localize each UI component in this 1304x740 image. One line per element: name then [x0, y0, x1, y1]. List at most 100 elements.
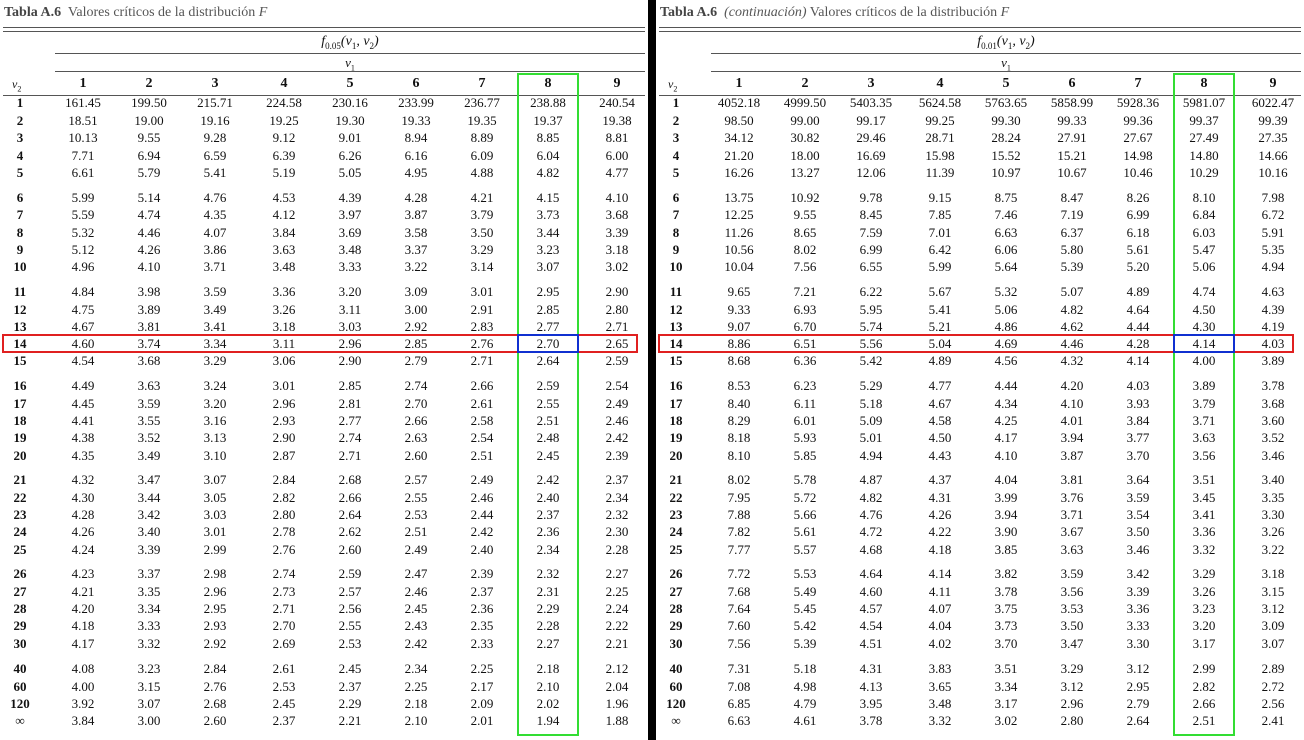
table-cell: 3.79 [470, 207, 494, 222]
table-cell: 10.67 [1057, 165, 1087, 180]
table-cell: 5858.99 [1050, 95, 1094, 110]
table-cell: 4.56 [994, 353, 1018, 368]
table-cell: 3.77 [1126, 430, 1150, 445]
table-cell: 3.97 [338, 207, 362, 222]
row-label: 17 [669, 396, 683, 411]
table-cell: 4.00 [71, 679, 95, 694]
table-cell: 7.71 [71, 148, 95, 163]
table-cell: 2.37 [605, 472, 629, 487]
table-cell: 2.77 [338, 413, 362, 428]
table-cell: 3.81 [1060, 472, 1084, 487]
table-cell: 3.84 [71, 713, 95, 728]
row-label: 8 [16, 225, 24, 240]
table-cell: 3.68 [1261, 396, 1285, 411]
table-cell: 4.61 [793, 713, 817, 728]
table-cell: 5.78 [793, 472, 817, 487]
table-cell: 4.64 [1126, 302, 1150, 317]
table-cell: 4.45 [71, 396, 95, 411]
table-cell: 3.18 [605, 242, 629, 257]
table-cell: 3.22 [404, 259, 428, 274]
table-cell: 3.29 [1060, 661, 1084, 676]
table-cell: 4.18 [71, 618, 95, 633]
table-cell: 3.93 [1126, 396, 1150, 411]
table-cell: 4.34 [994, 396, 1018, 411]
table-cell: 2.04 [605, 679, 629, 694]
table-cell: 4.14 [928, 566, 952, 581]
table-cell: 3.58 [404, 225, 428, 240]
table-cell: 5.01 [859, 430, 883, 445]
table-cell: 10.92 [790, 190, 820, 205]
table-cell: 4.82 [1060, 302, 1084, 317]
table-cell: 4.76 [859, 507, 883, 522]
table-cell: 2.51 [404, 524, 428, 539]
table-cell: 4.96 [71, 259, 95, 274]
table-cell: 14.66 [1258, 148, 1288, 163]
table-cell: 230.16 [332, 95, 368, 110]
table-cell: 4.28 [404, 190, 428, 205]
table-cell: 4.01 [1060, 413, 1084, 428]
table-cell: 4.24 [71, 542, 95, 557]
column-header: 3 [867, 76, 875, 91]
table-cell: 4.02 [928, 636, 952, 651]
table-cell: 5.66 [793, 507, 817, 522]
table-cell: 3.20 [338, 284, 362, 299]
table-cell: 2.93 [272, 413, 296, 428]
table-cell: 2.28 [605, 542, 629, 557]
table-cell: 3.01 [203, 524, 227, 539]
table-cell: 240.54 [599, 95, 635, 110]
table-cell: 4.17 [994, 430, 1018, 445]
table-cell: 4.49 [71, 378, 95, 393]
table-cell: 4.38 [71, 430, 95, 445]
table-cell: 199.50 [131, 95, 167, 110]
table-cell: 2.09 [470, 696, 494, 711]
table-cell: 4.17 [71, 636, 95, 651]
table-cell: 3.78 [859, 713, 883, 728]
table-cell: 2.47 [404, 566, 428, 581]
table-cell: 2.83 [470, 319, 494, 334]
table-cell: 4.20 [1060, 378, 1084, 393]
row-label: 26 [669, 566, 683, 581]
table-cell: 6.39 [272, 148, 296, 163]
table-cell: 2.71 [605, 319, 629, 334]
table-cell: 5.45 [793, 601, 817, 616]
table-cell: 2.41 [1261, 713, 1285, 728]
table-cell: 6.18 [1126, 225, 1150, 240]
table-cell: 8.40 [727, 396, 751, 411]
table-cell: 2.49 [404, 542, 428, 557]
row-label: 9 [16, 242, 24, 257]
table-cell: 3.84 [272, 225, 296, 240]
table-cell: 2.43 [404, 618, 428, 633]
table-cell: 4.67 [928, 396, 952, 411]
table-cell: 5624.58 [918, 95, 962, 110]
table-cell: 3.12 [1060, 679, 1084, 694]
table-cell: 7.59 [859, 225, 883, 240]
table-cell: 4.35 [71, 448, 95, 463]
table-cell: 3.30 [1261, 507, 1285, 522]
table-cell: 3.09 [404, 284, 428, 299]
table-cell: 4.87 [859, 472, 883, 487]
table-cell: 5.18 [859, 396, 883, 411]
table-cell: 3.69 [338, 225, 362, 240]
table-cell: 3.07 [1261, 636, 1285, 651]
table-left: Tabla A.6 Valores críticos de la distrib… [0, 0, 648, 740]
row-label: 17 [13, 396, 27, 411]
table-cell: 5763.65 [984, 95, 1028, 110]
table-cell: 27.91 [1057, 130, 1087, 145]
row-label: 2 [16, 113, 24, 128]
table-cell: 3.07 [137, 696, 161, 711]
table-cell: 3.13 [203, 430, 227, 445]
table-cell: 3.78 [994, 584, 1018, 599]
top-rule [659, 27, 1301, 32]
row-label: 18 [669, 413, 683, 428]
table-cell: 99.17 [856, 113, 886, 128]
table-cell: 2.59 [605, 353, 629, 368]
table-cell: 2.73 [272, 584, 296, 599]
table-cell: 2.64 [1126, 713, 1150, 728]
column-header: 7 [478, 76, 486, 91]
table-cell: 3.55 [137, 413, 161, 428]
table-cell: 5.93 [793, 430, 817, 445]
table-cell: 4.95 [404, 165, 428, 180]
table-cell: 3.81 [137, 319, 161, 334]
table-cell: 3.18 [272, 319, 296, 334]
table-cell: 9.33 [727, 302, 751, 317]
